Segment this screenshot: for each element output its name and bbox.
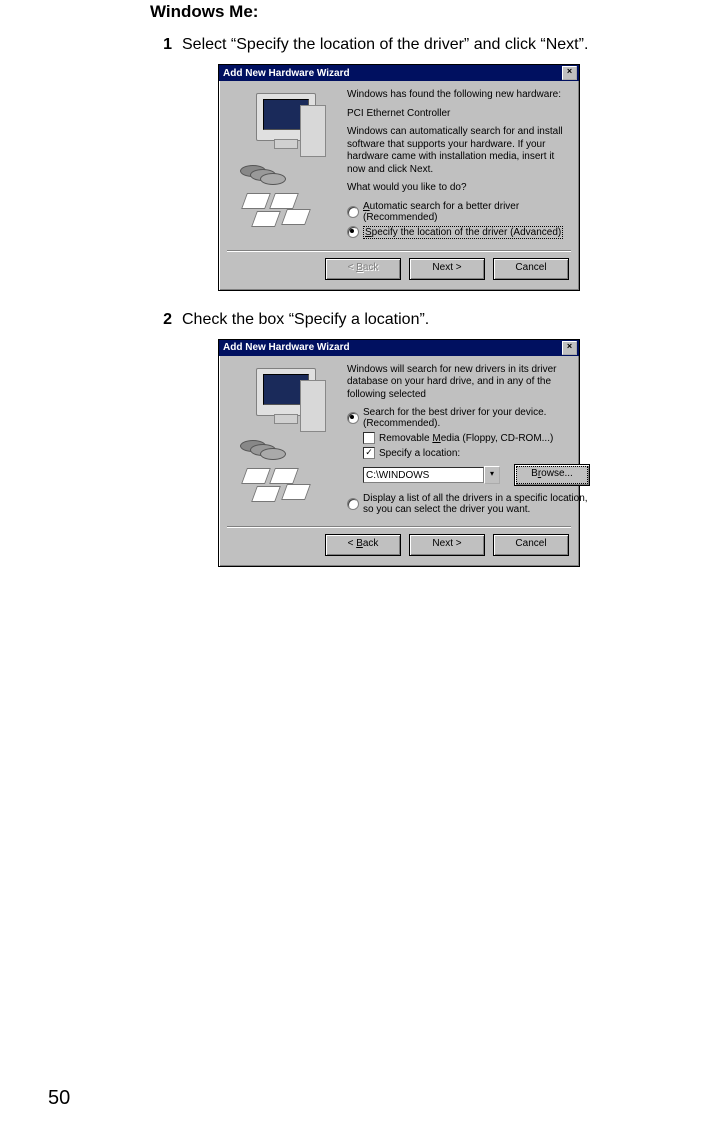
cd-icon bbox=[260, 448, 286, 460]
next-button[interactable]: Next > bbox=[409, 534, 485, 556]
check-specify-location[interactable]: ✓ Specify a location: bbox=[363, 447, 590, 459]
cd-icon bbox=[260, 173, 286, 185]
radio-display-list-label: Display a list of all the drivers in a s… bbox=[363, 493, 590, 515]
paper-icon bbox=[251, 486, 281, 502]
radio-icon bbox=[347, 206, 359, 218]
close-icon[interactable]: × bbox=[562, 66, 577, 80]
dialog-1-device: PCI Ethernet Controller bbox=[347, 108, 569, 121]
wizard-dialog-2: Add New Hardware Wizard × bbox=[218, 339, 580, 568]
check-specify-location-label: Specify a location: bbox=[379, 448, 460, 459]
radio-search-best[interactable]: Search for the best driver for your devi… bbox=[347, 407, 590, 429]
dialog-1-titlebar: Add New Hardware Wizard × bbox=[219, 65, 579, 81]
paper-icon bbox=[241, 468, 271, 484]
dialog-2-title: Add New Hardware Wizard bbox=[223, 342, 350, 353]
section-heading: Windows Me: bbox=[150, 2, 670, 22]
dialog-1-title: Add New Hardware Wizard bbox=[223, 68, 350, 79]
check-removable[interactable]: Removable Media (Floppy, CD-ROM...) bbox=[363, 432, 590, 444]
dialog-1-intro: Windows has found the following new hard… bbox=[347, 89, 569, 102]
step-1-number: 1 bbox=[150, 36, 172, 54]
paper-icon bbox=[241, 193, 271, 209]
cancel-button[interactable]: Cancel bbox=[493, 534, 569, 556]
back-button[interactable]: < Back bbox=[325, 534, 401, 556]
tower-icon bbox=[300, 380, 326, 432]
step-2-text: Check the box “Specify a location”. bbox=[182, 311, 670, 329]
dialog-1-desc: Windows can automatically search for and… bbox=[347, 126, 569, 176]
back-button: < Back bbox=[325, 258, 401, 280]
wizard-dialog-1: Add New Hardware Wizard × bbox=[218, 64, 580, 291]
location-path-input[interactable] bbox=[363, 467, 484, 483]
radio-specify-location[interactable]: Specify the location of the driver (Adva… bbox=[347, 226, 569, 239]
paper-icon bbox=[281, 484, 311, 500]
step-2-number: 2 bbox=[150, 311, 172, 329]
browse-button[interactable]: Browse... bbox=[514, 464, 590, 486]
radio-icon bbox=[347, 412, 359, 424]
cancel-button[interactable]: Cancel bbox=[493, 258, 569, 280]
paper-icon bbox=[281, 209, 311, 225]
step-2: 2 Check the box “Specify a location”. bbox=[150, 311, 670, 329]
close-icon[interactable]: × bbox=[562, 341, 577, 355]
radio-search-best-label: Search for the best driver for your devi… bbox=[363, 407, 590, 429]
radio-specify-location-label: Specify the location of the driver (Adva… bbox=[363, 226, 563, 239]
wizard-illustration bbox=[229, 89, 339, 242]
radio-icon bbox=[347, 226, 359, 238]
radio-auto-search[interactable]: Automatic search for a better driver (Re… bbox=[347, 201, 569, 223]
dialog-2-intro: Windows will search for new drivers in i… bbox=[347, 364, 590, 402]
checkbox-icon: ✓ bbox=[363, 447, 375, 459]
checkbox-icon bbox=[363, 432, 375, 444]
radio-auto-search-label: Automatic search for a better driver (Re… bbox=[363, 201, 569, 223]
page-number: 50 bbox=[48, 1087, 70, 1110]
check-removable-label: Removable Media (Floppy, CD-ROM...) bbox=[379, 433, 553, 444]
chevron-down-icon[interactable]: ▾ bbox=[484, 466, 500, 484]
wizard-illustration bbox=[229, 364, 339, 519]
radio-icon bbox=[347, 498, 359, 510]
dialog-2-titlebar: Add New Hardware Wizard × bbox=[219, 340, 579, 356]
paper-icon bbox=[251, 211, 281, 227]
tower-icon bbox=[300, 105, 326, 157]
paper-icon bbox=[269, 193, 299, 209]
step-1-text: Select “Specify the location of the driv… bbox=[182, 36, 670, 54]
paper-icon bbox=[269, 468, 299, 484]
radio-display-list[interactable]: Display a list of all the drivers in a s… bbox=[347, 493, 590, 515]
dialog-1-question: What would you like to do? bbox=[347, 182, 569, 195]
step-1: 1 Select “Specify the location of the dr… bbox=[150, 36, 670, 54]
next-button[interactable]: Next > bbox=[409, 258, 485, 280]
